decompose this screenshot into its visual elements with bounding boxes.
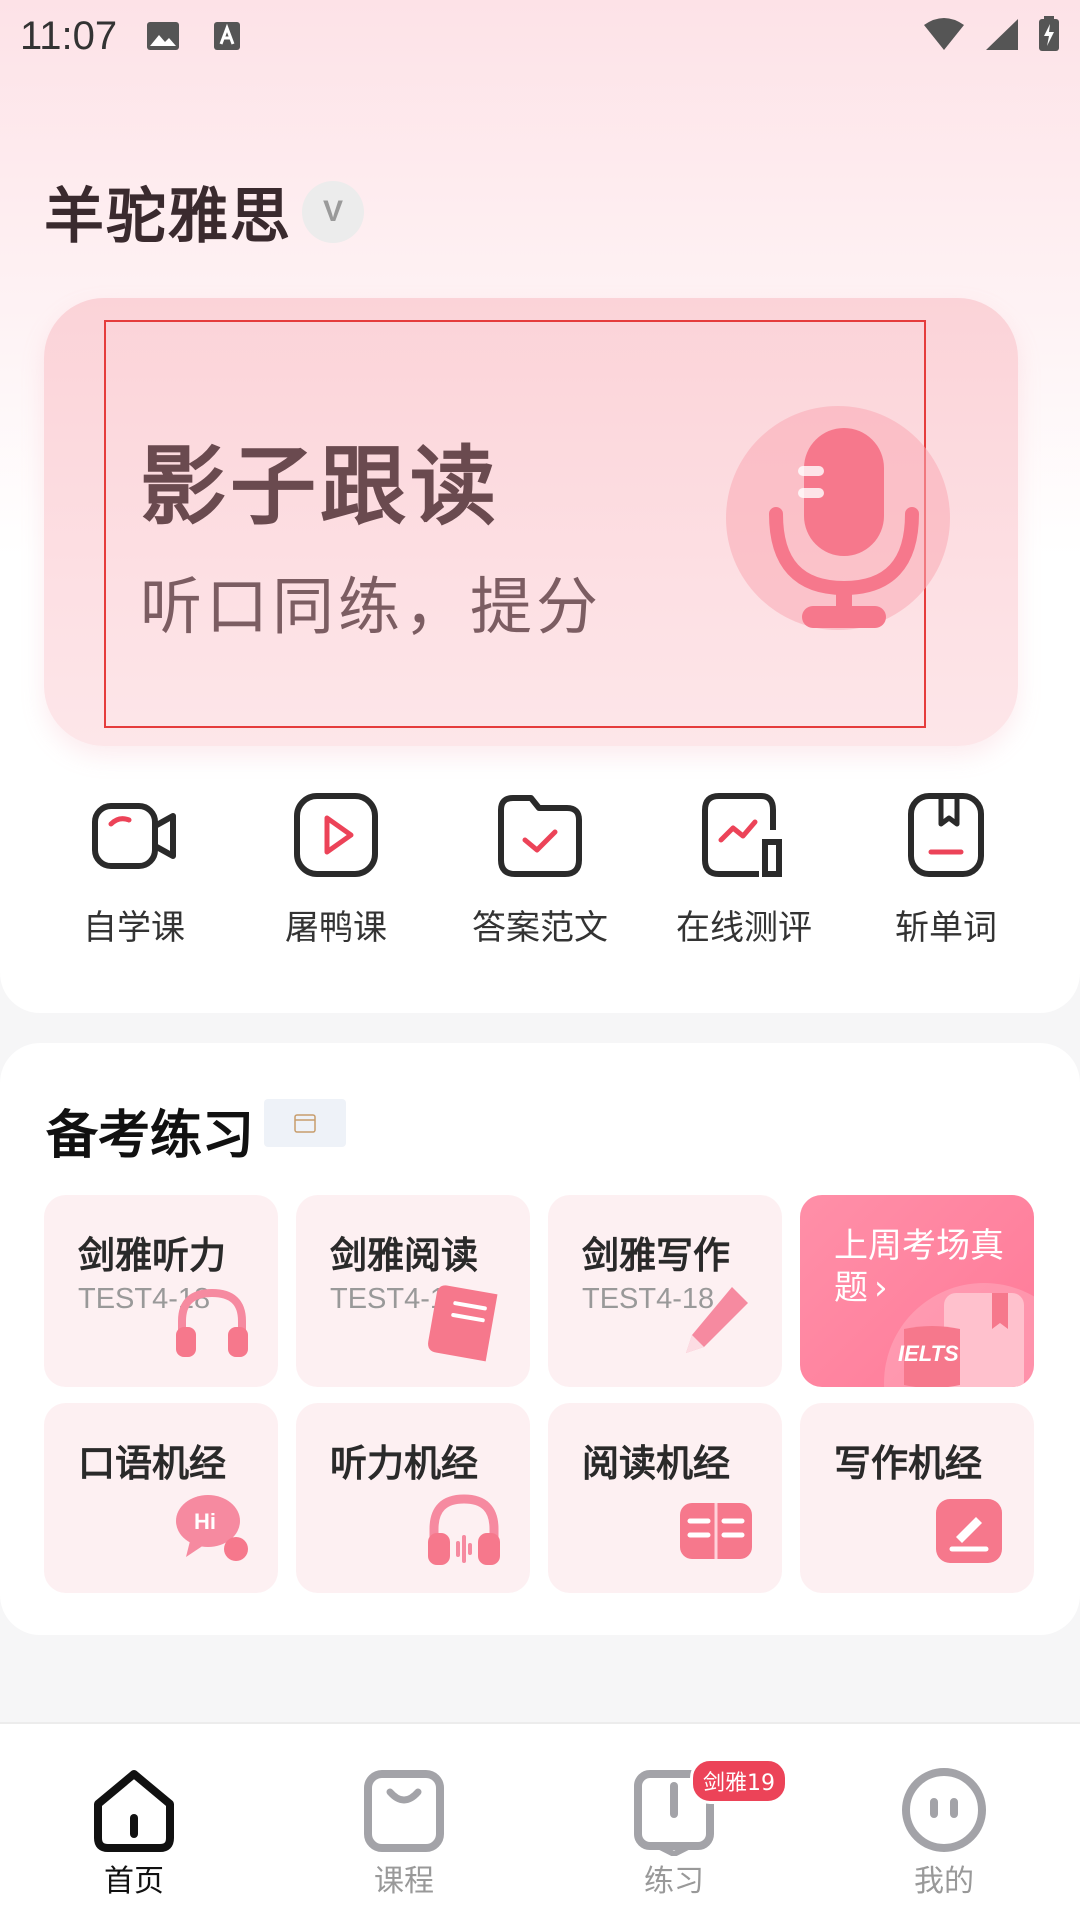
tab-label: 课程 [374, 1864, 434, 1899]
battery-icon [1038, 16, 1060, 56]
tile-title: 写作机经 [834, 1442, 982, 1485]
tile-listening-forecast[interactable]: 听力机经 [296, 1403, 530, 1593]
open-book-icon [680, 1503, 752, 1559]
banner-title: 影子跟读 [140, 437, 500, 537]
quick-actions: 自学课 屠鸭课 答案范文 在线测评 斩单词 [0, 790, 1080, 960]
tab-label: 练习 [644, 1864, 704, 1899]
tile-cambridge-listening[interactable]: 剑雅听力 TEST4-18 [44, 1195, 278, 1387]
signal-icon [984, 17, 1020, 55]
tile-cambridge-reading[interactable]: 剑雅阅读 TEST4-18 [296, 1195, 530, 1387]
promo-banner[interactable]: 影子跟读 听口同练，提分 [44, 298, 1018, 746]
wifi-icon [922, 17, 966, 55]
svg-text:Hi: Hi [194, 1509, 216, 1534]
tile-speaking-forecast[interactable]: 口语机经 Hi [44, 1403, 278, 1593]
tab-practice[interactable]: 练习 剑雅19 [604, 1758, 788, 1900]
book-icon [428, 1285, 498, 1362]
bottom-tab-bar: 首页 课程 练习 剑雅19 我的 [0, 1722, 1080, 1920]
status-bar: 11:07 [0, 0, 1080, 72]
ielts-book-icon [884, 1283, 1034, 1387]
tab-label: 我的 [914, 1864, 974, 1899]
tile-title: 阅读机经 [582, 1442, 730, 1485]
tab-profile[interactable]: 我的 [874, 1764, 1014, 1900]
ielts-label: IELTS [898, 1341, 959, 1366]
calendar-thumbnail-icon[interactable] [264, 1099, 346, 1147]
folder-check-icon [498, 795, 582, 877]
quick-action-label: 答案范文 [472, 908, 608, 948]
quick-action-label: 自学课 [83, 908, 185, 948]
quick-action-label: 在线测评 [676, 908, 812, 948]
play-square-icon [294, 793, 378, 877]
tile-cambridge-writing[interactable]: 剑雅写作 TEST4-18 [548, 1195, 782, 1387]
tile-writing-forecast[interactable]: 写作机经 [800, 1403, 1034, 1593]
banner-subtitle: 听口同练，提分 [140, 570, 603, 643]
microphone-icon [724, 398, 964, 638]
tile-last-week-exam[interactable]: 上周考场真题 › IELTS [800, 1195, 1034, 1387]
tile-title: 剑雅阅读 [330, 1234, 478, 1277]
pen-icon [686, 1287, 748, 1353]
status-time: 11:07 [20, 13, 118, 58]
quick-action-answers[interactable]: 答案范文 [440, 790, 640, 949]
practice-badge: 剑雅19 [690, 1758, 788, 1804]
tile-title: 听力机经 [330, 1442, 478, 1485]
tile-title: 剑雅听力 [78, 1234, 226, 1277]
app-title: 羊驼雅思 [44, 182, 292, 252]
quick-action-label: 屠鸭课 [285, 908, 387, 948]
hi-chat-icon: Hi [176, 1495, 248, 1561]
bag-icon [364, 1770, 444, 1852]
headphones-icon [176, 1288, 248, 1357]
section-title: 备考练习 [46, 1106, 255, 1166]
tab-home[interactable]: 首页 [64, 1764, 204, 1900]
chart-assessment-icon [702, 793, 782, 877]
bookmark-book-icon [908, 793, 984, 877]
tab-label: 首页 [104, 1864, 164, 1899]
gallery-icon [145, 18, 181, 54]
camera-play-icon [92, 803, 176, 869]
text-a-icon [209, 18, 245, 54]
tile-title: 口语机经 [78, 1442, 226, 1485]
tile-title: 剑雅写作 [582, 1234, 730, 1277]
vip-badge-icon[interactable]: V [302, 180, 364, 243]
tab-courses[interactable]: 课程 [334, 1764, 474, 1900]
quick-action-self-study[interactable]: 自学课 [34, 790, 234, 949]
face-icon [902, 1768, 986, 1852]
practice-section: 备考练习 剑雅听力 TEST4-18 剑雅阅读 TEST4-18 剑雅写作 TE… [0, 1043, 1080, 1635]
quick-action-assessment[interactable]: 在线测评 [644, 790, 844, 949]
brand-header: 羊驼雅思 V [44, 168, 364, 255]
edit-icon [936, 1499, 1002, 1563]
home-icon [94, 1770, 174, 1852]
quick-action-vocab[interactable]: 斩单词 [846, 790, 1046, 949]
quick-action-duck-course[interactable]: 屠鸭课 [236, 790, 436, 949]
quick-action-label: 斩单词 [895, 908, 997, 948]
headphones-icon [428, 1494, 500, 1565]
tile-reading-forecast[interactable]: 阅读机经 [548, 1403, 782, 1593]
